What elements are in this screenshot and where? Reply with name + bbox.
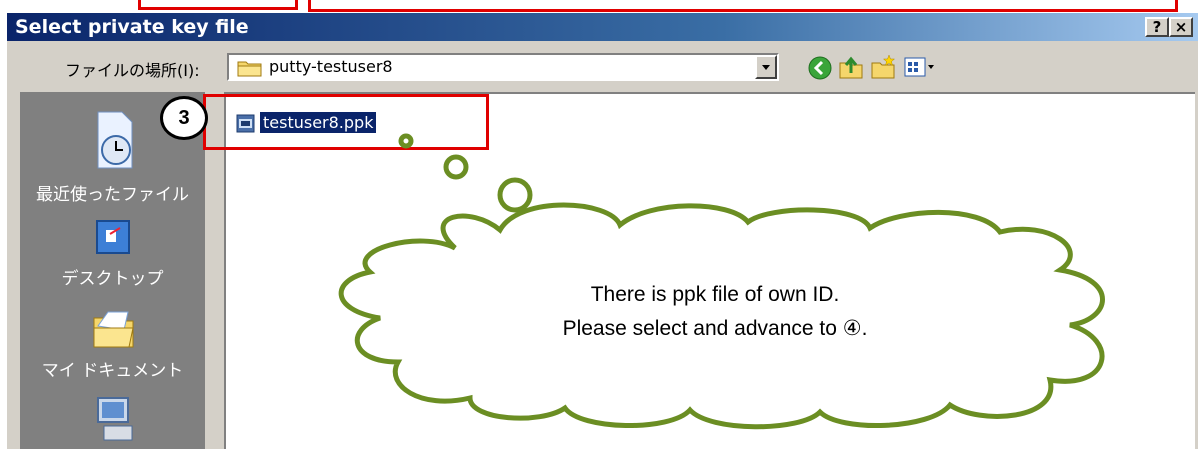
callout-cloud [338,133,1105,430]
callout-line-2: Please select and advance to ④. [562,317,868,340]
callout-line-1: There is ppk file of own ID. [590,283,840,306]
callout-text: There is ppk file of own ID. Please sele… [470,278,960,346]
